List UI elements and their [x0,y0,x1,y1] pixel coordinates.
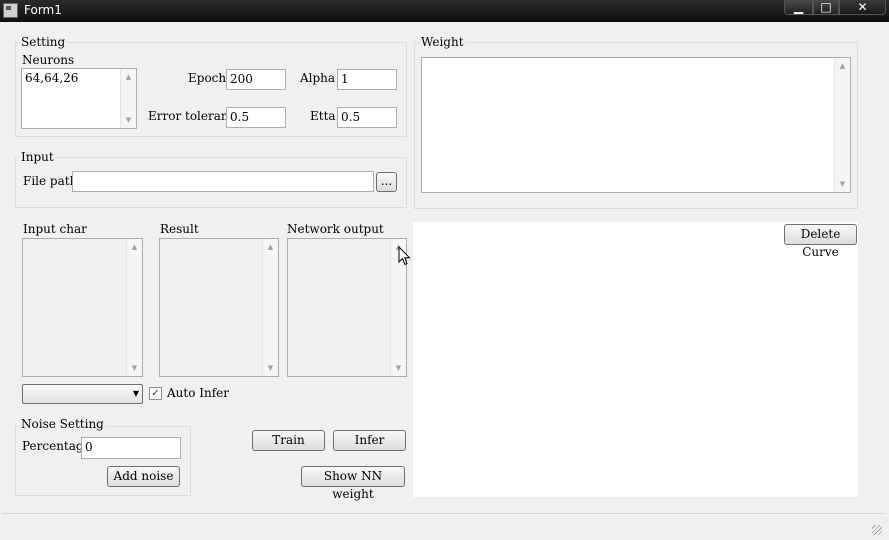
alpha-label: Alpha [300,71,336,85]
alpha-input[interactable]: 1 [337,69,397,90]
scroll-down-icon[interactable]: ▼ [121,112,136,128]
setting-group-title: Setting [20,35,67,49]
character-select[interactable]: ▼ [22,384,143,404]
neurons-textbox[interactable]: 64,64,26 ▲ ▼ [21,68,137,129]
browse-button[interactable]: ... [376,172,397,192]
add-noise-button[interactable]: Add noise [107,466,180,487]
train-button[interactable]: Train [252,430,325,451]
result-label: Result [160,222,199,236]
file-path-input[interactable] [72,171,374,192]
weight-scrollbar[interactable]: ▲ ▼ [834,58,850,192]
mouse-pointer-icon [398,246,411,266]
scroll-up-icon[interactable]: ▲ [835,58,850,74]
result-list[interactable]: ▲ ▼ [159,238,279,377]
epoch-label: Epoch [188,71,227,85]
app-icon[interactable] [3,3,18,18]
maximize-button[interactable]: □ [813,0,839,15]
auto-infer-label[interactable]: Auto Infer [167,386,229,400]
input-char-list[interactable]: ▲ ▼ [22,238,143,377]
noise-setting-title: Noise Setting [20,417,105,431]
neurons-value: 64,64,26 [25,71,79,85]
main-window: Form1 ▁ □ ✕ Setting Neurons 64,64,26 ▲ ▼… [0,0,889,540]
scroll-down-icon[interactable]: ▼ [127,360,142,376]
epoch-input[interactable]: 200 [226,69,286,90]
network-output-label: Network output [287,222,384,236]
weight-group-title: Weight [420,35,465,49]
minimize-button[interactable]: ▁ [784,0,813,15]
resize-grip-icon[interactable] [872,525,882,535]
network-output-list[interactable]: ▲ ▼ [287,238,407,377]
neurons-scrollbar[interactable]: ▲ ▼ [120,69,136,128]
close-button[interactable]: ✕ [839,0,886,15]
scroll-up-icon[interactable]: ▲ [263,239,278,255]
input-char-scrollbar[interactable]: ▲ ▼ [126,239,142,376]
error-curve-panel[interactable] [413,222,858,497]
infer-button[interactable]: Infer [333,430,406,451]
result-scrollbar[interactable]: ▲ ▼ [262,239,278,376]
scroll-down-icon[interactable]: ▼ [391,360,406,376]
scroll-up-icon[interactable]: ▲ [127,239,142,255]
percentage-input[interactable]: 0 [81,437,181,459]
auto-infer-checkbox[interactable]: ✓ [149,387,162,400]
title-bar[interactable]: Form1 ▁ □ ✕ [0,0,889,22]
window-title: Form1 [24,3,62,17]
input-char-label: Input char [23,222,87,236]
scroll-up-icon[interactable]: ▲ [121,69,136,85]
weight-textbox[interactable]: ▲ ▼ [421,57,851,193]
etta-label: Etta [310,109,336,123]
error-tolerance-input[interactable]: 0.5 [226,107,286,128]
file-path-label: File path [23,174,78,188]
input-group-title: Input [20,150,55,164]
show-nn-weight-button[interactable]: Show NN weight [301,466,405,501]
etta-input[interactable]: 0.5 [337,107,397,128]
neurons-label: Neurons [22,53,75,67]
scroll-down-icon[interactable]: ▼ [263,360,278,376]
scroll-down-icon[interactable]: ▼ [835,176,850,192]
delete-curve-button[interactable]: Delete Curve [784,224,857,259]
chevron-down-icon: ▼ [132,389,139,398]
status-bar [2,513,885,538]
